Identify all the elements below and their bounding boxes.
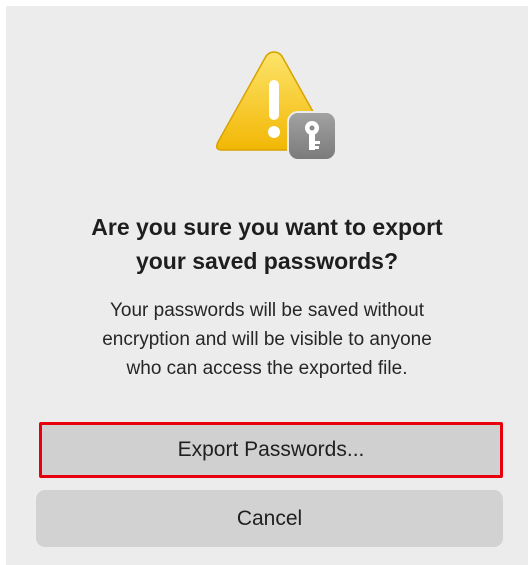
export-passwords-button[interactable]: Export Passwords...: [39, 422, 503, 478]
dialog-title-line1: Are you sure you want to export: [91, 214, 443, 240]
dialog-title: Are you sure you want to export your sav…: [6, 210, 528, 278]
export-button-label: Export Passwords...: [177, 438, 365, 461]
dialog-message-line2: encryption and will be visible to anyone: [102, 329, 432, 350]
cancel-button[interactable]: Cancel: [36, 490, 503, 547]
dialog-message-line1: Your passwords will be saved without: [109, 300, 425, 321]
key-badge-icon: [287, 111, 337, 161]
dialog-title-line2: your saved passwords?: [135, 248, 399, 274]
dialog-message: Your passwords will be saved without enc…: [6, 296, 528, 383]
export-passwords-dialog: Are you sure you want to export your sav…: [6, 0, 528, 565]
warning-triangle-icon: [215, 51, 337, 161]
warning-key-icon: [206, 46, 342, 166]
dialog-message-line3: who can access the exported file.: [126, 358, 408, 379]
cancel-button-label: Cancel: [236, 506, 303, 530]
top-strip: [6, 0, 528, 6]
